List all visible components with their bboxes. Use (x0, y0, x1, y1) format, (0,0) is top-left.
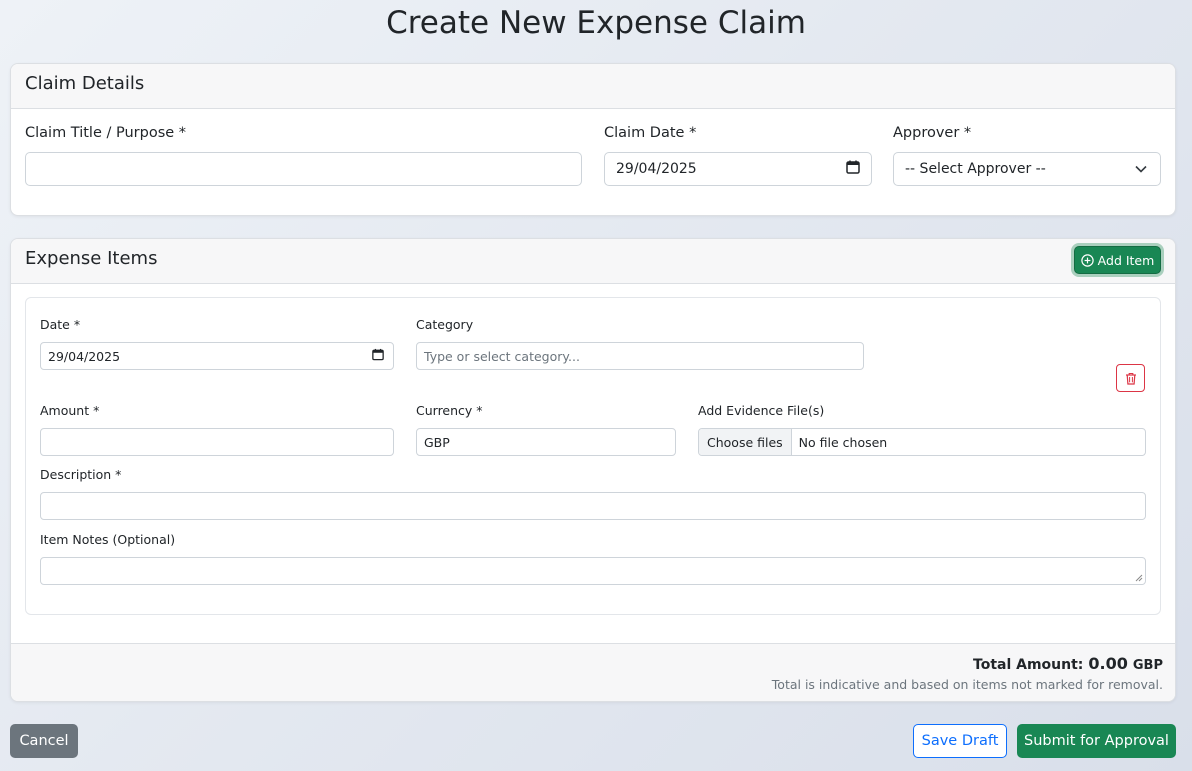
item-date-label: Date * (40, 317, 81, 332)
plus-circle-icon (1080, 253, 1094, 267)
page-title: Create New Expense Claim (386, 5, 806, 41)
total-value: 0.00 (1088, 654, 1128, 673)
add-item-label: Add Item (1097, 252, 1155, 268)
item-currency-input[interactable]: GBP (416, 428, 676, 456)
claim-title-input[interactable] (25, 152, 582, 186)
item-evidence-label: Add Evidence File(s) (698, 403, 825, 418)
item-date-value: 29/04/2025 (48, 348, 121, 364)
choose-files-button[interactable]: Choose files (699, 429, 792, 455)
cancel-button[interactable]: Cancel (10, 724, 78, 758)
item-notes-textarea[interactable] (40, 557, 1146, 585)
resize-handle-icon[interactable] (1135, 574, 1143, 582)
total-currency: GBP (1132, 658, 1163, 673)
claim-details-heading: Claim Details (25, 73, 145, 94)
total-note: Total is indicative and based on items n… (771, 677, 1163, 692)
claim-date-value: 29/04/2025 (616, 161, 697, 177)
calendar-icon[interactable] (846, 160, 860, 178)
trash-icon (1125, 372, 1137, 385)
claim-title-label: Claim Title / Purpose * (25, 125, 187, 141)
item-date-input[interactable]: 29/04/2025 (40, 342, 394, 370)
approver-select[interactable]: -- Select Approver -- (893, 152, 1161, 186)
add-item-button[interactable]: Add Item (1074, 246, 1161, 274)
item-evidence-file-input[interactable]: Choose files No file chosen (698, 428, 1146, 456)
delete-item-button[interactable] (1116, 364, 1145, 392)
claim-date-label: Claim Date * (604, 125, 697, 141)
chevron-down-icon (1135, 161, 1147, 177)
item-category-input[interactable]: Type or select category... (416, 342, 864, 370)
approver-selected: -- Select Approver -- (905, 161, 1046, 177)
expense-items-heading: Expense Items (25, 248, 158, 269)
no-file-text: No file chosen (798, 434, 888, 450)
total-amount: Total Amount: 0.00 GBP (973, 654, 1163, 673)
item-currency-label: Currency * (416, 403, 483, 418)
expense-item-row: Date * 29/04/2025 Category Type or selec… (25, 297, 1161, 615)
claim-date-input[interactable]: 29/04/2025 (604, 152, 872, 186)
approver-label: Approver * (893, 125, 972, 141)
expense-items-card: Expense Items Add Item Date * 29/04/2025… (10, 238, 1176, 702)
item-amount-label: Amount * (40, 403, 100, 418)
item-amount-input[interactable] (40, 428, 394, 456)
total-label: Total Amount: (973, 657, 1084, 673)
item-description-input[interactable] (40, 492, 1146, 520)
submit-for-approval-button[interactable]: Submit for Approval (1017, 724, 1176, 758)
expense-items-footer: Total Amount: 0.00 GBP Total is indicati… (11, 643, 1175, 701)
item-notes-label: Item Notes (Optional) (40, 532, 176, 547)
claim-details-header: Claim Details (11, 64, 1175, 109)
item-currency-value: GBP (424, 434, 450, 450)
claim-details-card: Claim Details Claim Title / Purpose * Cl… (10, 63, 1176, 216)
item-category-placeholder: Type or select category... (424, 348, 580, 364)
item-category-label: Category (416, 317, 474, 332)
item-description-label: Description * (40, 467, 122, 482)
save-draft-button[interactable]: Save Draft (913, 724, 1007, 758)
expense-items-header: Expense Items Add Item (11, 239, 1175, 284)
calendar-icon[interactable] (372, 348, 384, 364)
